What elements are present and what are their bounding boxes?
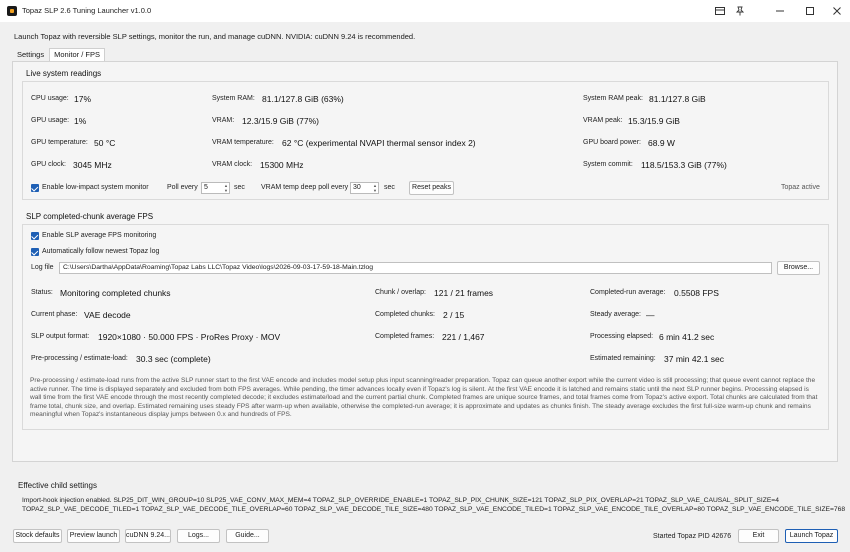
app-icon <box>7 6 17 16</box>
slp-fps-title: SLP completed-chunk average FPS <box>26 212 154 221</box>
enable-fps-label: Enable SLP average FPS monitoring <box>42 232 157 239</box>
enable-fps-checkbox[interactable] <box>31 232 39 240</box>
vram-temp-label: VRAM temperature: <box>212 139 274 146</box>
poll-interval-spinner[interactable]: 5 ▲ ▼ <box>201 182 230 194</box>
phase-value: VAE decode <box>84 310 131 320</box>
output-format-value: 1920×1080 · 50.000 FPS · ProRes Proxy · … <box>98 332 281 342</box>
tab-bar: Settings Monitor / FPS <box>12 48 105 61</box>
poll-sec-label: sec <box>234 184 245 191</box>
output-format-label: SLP output format: <box>31 333 90 340</box>
chunk-overlap-value: 121 / 21 frames <box>434 288 494 298</box>
vram-temp-value: 62 °C (experimental NVAPI thermal sensor… <box>282 138 476 148</box>
cpu-value: 17% <box>74 94 92 104</box>
run-average-label: Completed-run average: <box>590 289 666 296</box>
launch-topaz-button[interactable]: Launch Topaz <box>785 529 838 543</box>
vram-value: 12.3/15.9 GiB (77%) <box>242 116 320 126</box>
completed-frames-value: 221 / 1,467 <box>442 332 485 342</box>
completed-chunks-label: Completed chunks: <box>375 311 435 318</box>
topaz-status: Topaz active <box>781 184 820 191</box>
effective-settings-line-2: TOPAZ_SLP_VAE_DECODE_TILED=1 TOPAZ_SLP_V… <box>22 506 846 513</box>
processing-elapsed-value: 6 min 41.2 sec <box>659 332 715 342</box>
board-power-value: 68.9 W <box>648 138 675 148</box>
estimated-remaining-label: Estimated remaining: <box>590 355 656 362</box>
status-value: Monitoring completed chunks <box>60 288 171 298</box>
pin-icon[interactable] <box>734 5 746 17</box>
log-file-input[interactable]: C:\Users\Dartha\AppData\Roaming\Topaz La… <box>59 262 772 274</box>
commit-value: 118.5/153.3 GiB (77%) <box>641 160 727 170</box>
maximize-icon[interactable] <box>804 5 816 17</box>
phase-label: Current phase: <box>31 311 78 318</box>
gpu-clock-value: 3045 MHz <box>73 160 112 170</box>
follow-log-checkbox[interactable] <box>31 248 39 256</box>
gpu-value: 1% <box>74 116 87 126</box>
processing-elapsed-label: Processing elapsed: <box>590 333 654 340</box>
close-icon[interactable] <box>831 5 843 17</box>
title-bar: Topaz SLP 2.6 Tuning Launcher v1.0.0 <box>0 0 850 22</box>
vram-peak-value: 15.3/15.9 GiB <box>628 116 680 126</box>
gpu-clock-label: GPU clock: <box>31 161 67 168</box>
vram-peak-label: VRAM peak: <box>583 117 623 124</box>
effective-settings-line-1: Import-hook injection enabled. SLP25_DIT… <box>22 497 779 504</box>
completed-frames-label: Completed frames: <box>375 333 435 340</box>
intro-text: Launch Topaz with reversible SLP setting… <box>14 32 416 41</box>
effective-settings-group <box>12 491 838 519</box>
log-file-label: Log file <box>31 264 54 271</box>
low-impact-label: Enable low-impact system monitor <box>42 184 149 191</box>
vram-clock-value: 15300 MHz <box>260 160 304 170</box>
stock-defaults-button[interactable]: Stock defaults <box>13 529 62 543</box>
tab-monitor-fps[interactable]: Monitor / FPS <box>49 48 105 61</box>
vram-poll-sec-label: sec <box>384 184 395 191</box>
snap-icon[interactable] <box>714 5 726 17</box>
browse-button[interactable]: Browse... <box>777 261 820 275</box>
vram-poll-spinner[interactable]: 30 ▲ ▼ <box>350 182 379 194</box>
gpu-temp-label: GPU temperature: <box>31 139 88 146</box>
status-label: Status: <box>31 289 53 296</box>
chunk-overlap-label: Chunk / overlap: <box>375 289 426 296</box>
spinner-arrows-icon[interactable]: ▲ ▼ <box>373 183 377 193</box>
run-average-value: 0.5508 FPS <box>674 288 719 298</box>
ram-label: System RAM: <box>212 95 255 102</box>
vram-poll-value: 30 <box>353 184 361 191</box>
steady-average-value: — <box>646 310 655 320</box>
started-pid-status: Started Topaz PID 42676 <box>653 533 732 540</box>
estimated-remaining-value: 37 min 42.1 sec <box>664 354 725 364</box>
gpu-label: GPU usage: <box>31 117 70 124</box>
tab-settings[interactable]: Settings <box>12 48 49 61</box>
ram-peak-label: System RAM peak: <box>583 95 643 102</box>
guide-button[interactable]: Guide... <box>226 529 269 543</box>
preproc-label: Pre-processing / estimate-load: <box>31 355 128 362</box>
preview-launch-button[interactable]: Preview launch <box>67 529 120 543</box>
fps-explanation-note: Pre-processing / estimate-load runs from… <box>30 377 818 419</box>
ram-value: 81.1/127.8 GiB (63%) <box>262 94 344 104</box>
completed-chunks-value: 2 / 15 <box>443 310 465 320</box>
preproc-value: 30.3 sec (complete) <box>136 354 211 364</box>
poll-interval-value: 5 <box>204 184 208 191</box>
vram-poll-label: VRAM temp deep poll every <box>261 184 349 191</box>
poll-every-label: Poll every <box>167 184 198 191</box>
steady-average-label: Steady average: <box>590 311 641 318</box>
spinner-arrows-icon[interactable]: ▲ ▼ <box>224 183 228 193</box>
gpu-temp-value: 50 °C <box>94 138 116 148</box>
board-power-label: GPU board power: <box>583 139 641 146</box>
minimize-icon[interactable] <box>774 5 786 17</box>
follow-log-label: Automatically follow newest Topaz log <box>42 248 160 255</box>
low-impact-checkbox[interactable] <box>31 184 39 192</box>
live-readings-title: Live system readings <box>26 69 102 78</box>
ram-peak-value: 81.1/127.8 GiB <box>649 94 706 104</box>
vram-clock-label: VRAM clock: <box>212 161 253 168</box>
window-title: Topaz SLP 2.6 Tuning Launcher v1.0.0 <box>22 6 152 15</box>
logs-button[interactable]: Logs... <box>177 529 220 543</box>
effective-settings-title: Effective child settings <box>18 481 98 490</box>
cudnn-button[interactable]: cuDNN 9.24... <box>125 529 171 543</box>
exit-button[interactable]: Exit <box>738 529 779 543</box>
reset-peaks-button[interactable]: Reset peaks <box>409 181 454 195</box>
vram-label: VRAM: <box>212 117 235 124</box>
cpu-label: CPU usage: <box>31 95 69 102</box>
commit-label: System commit: <box>583 161 633 168</box>
